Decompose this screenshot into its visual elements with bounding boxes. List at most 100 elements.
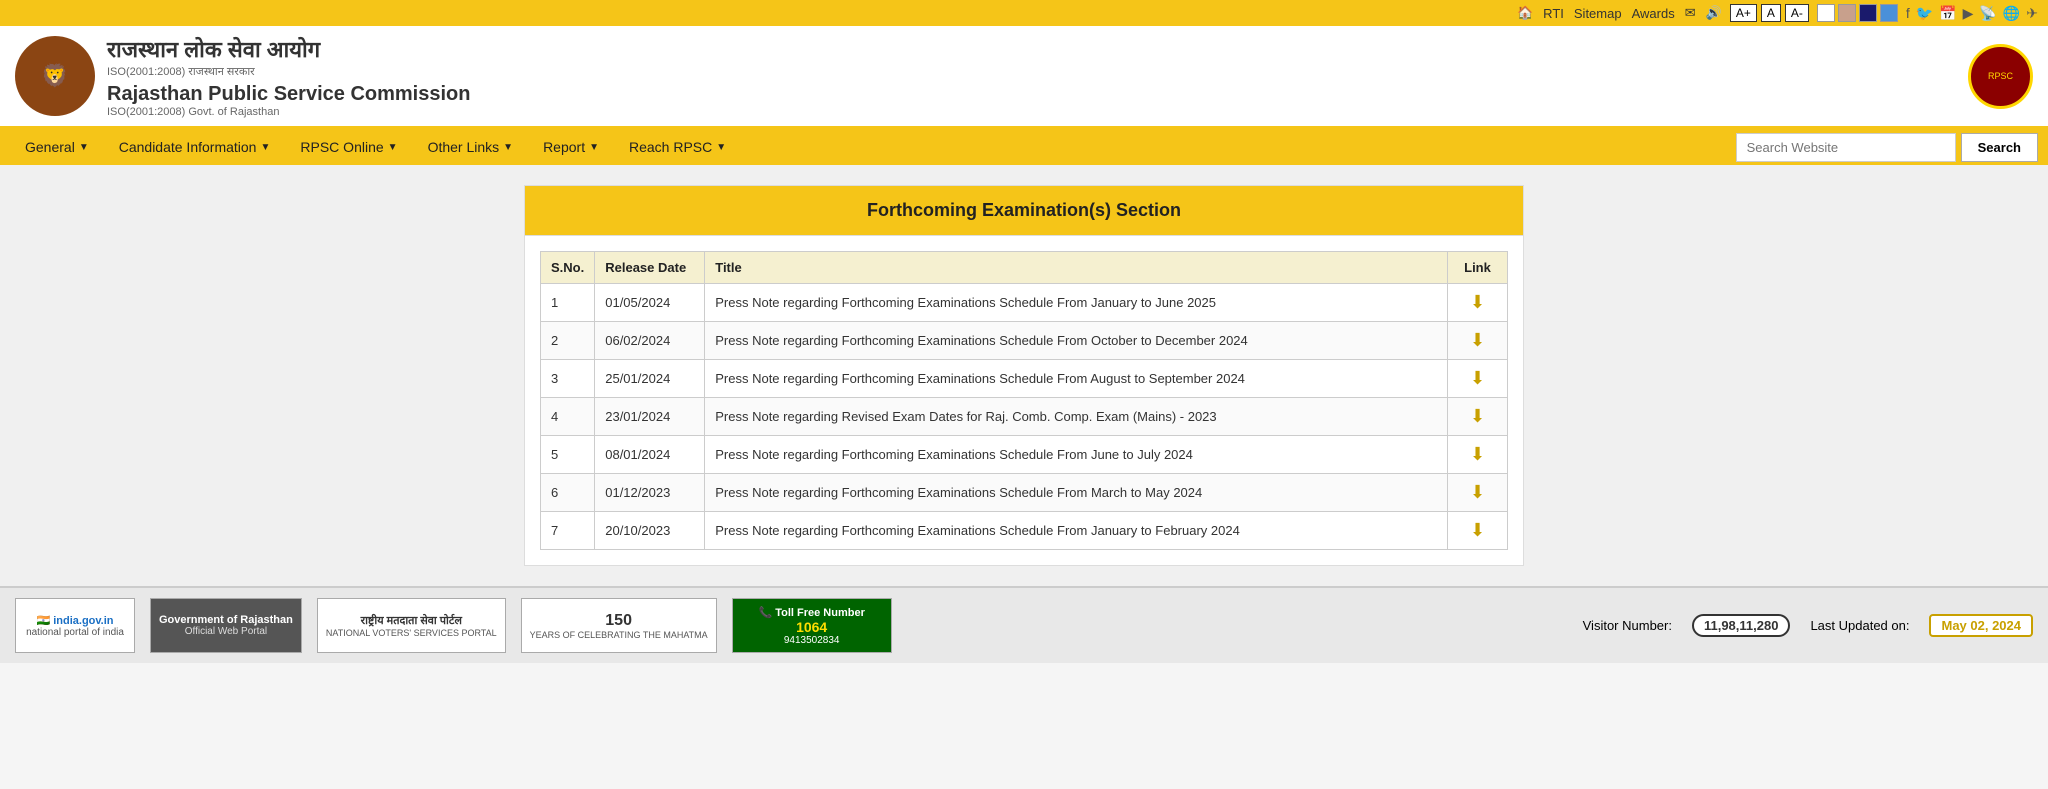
twitter-icon[interactable]: 🐦 (1916, 5, 1933, 22)
cell-date: 23/01/2024 (595, 398, 705, 436)
footer: 🇮🇳 india.gov.in national portal of india… (0, 586, 2048, 663)
examination-table: S.No. Release Date Title Link 101/05/202… (540, 251, 1508, 550)
col-sno: S.No. (541, 252, 595, 284)
chevron-down-icon: ▼ (79, 142, 89, 153)
navigation-icon[interactable]: ✈ (2026, 5, 2038, 22)
search-button[interactable]: Search (1961, 133, 2038, 162)
cell-date: 01/12/2023 (595, 474, 705, 512)
nav-general[interactable]: General ▼ (10, 129, 104, 165)
govt-raj-sub: Official Web Portal (185, 626, 267, 637)
mahatma-logo[interactable]: 150 YEARS OF CELEBRATING THE MAHATMA (521, 598, 717, 653)
header: 🦁 राजस्थान लोक सेवा आयोग ISO(2001:2008) … (0, 26, 2048, 129)
rss-icon[interactable]: 📡 (1979, 5, 1996, 22)
font-increase-button[interactable]: A+ (1730, 4, 1757, 22)
download-icon[interactable]: ⬇ (1470, 368, 1485, 388)
nav-search: Search (1736, 133, 2038, 162)
download-icon[interactable]: ⬇ (1470, 520, 1485, 540)
visitor-label: Visitor Number: (1583, 618, 1672, 633)
email-icon[interactable]: ✉ (1685, 5, 1696, 21)
download-icon[interactable]: ⬇ (1470, 292, 1485, 312)
cell-title: Press Note regarding Forthcoming Examina… (705, 322, 1448, 360)
cell-download[interactable]: ⬇ (1448, 322, 1508, 360)
govt-raj-title: Government of Rajasthan (159, 614, 293, 626)
cell-title: Press Note regarding Forthcoming Examina… (705, 436, 1448, 474)
download-icon[interactable]: ⬇ (1470, 406, 1485, 426)
cell-date: 01/05/2024 (595, 284, 705, 322)
nav-reach-rpsc[interactable]: Reach RPSC ▼ (614, 129, 741, 165)
sitemap-link[interactable]: Sitemap (1574, 6, 1622, 21)
cell-download[interactable]: ⬇ (1448, 398, 1508, 436)
rajasthan-emblem: RPSC (1968, 44, 2033, 109)
cell-download[interactable]: ⬇ (1448, 512, 1508, 550)
rti-link[interactable]: RTI (1543, 6, 1564, 21)
govt-rajasthan-logo[interactable]: Government of Rajasthan Official Web Por… (150, 598, 302, 653)
cell-title: Press Note regarding Forthcoming Examina… (705, 284, 1448, 322)
cell-title: Press Note regarding Forthcoming Examina… (705, 360, 1448, 398)
chevron-down-icon: ▼ (716, 142, 726, 153)
nav-candidate-information[interactable]: Candidate Information ▼ (104, 129, 286, 165)
nav-bar: General ▼ Candidate Information ▼ RPSC O… (0, 129, 2048, 165)
globe-icon[interactable]: 🌐 (2003, 5, 2020, 22)
updated-date: May 02, 2024 (1929, 614, 2033, 637)
anti-corruption-logo[interactable]: 📞 Toll Free Number 1064 9413502834 (732, 598, 892, 653)
section-box: Forthcoming Examination(s) Section S.No.… (524, 185, 1524, 566)
awards-link[interactable]: Awards (1632, 6, 1675, 21)
cell-date: 20/10/2023 (595, 512, 705, 550)
english-title: Rajasthan Public Service Commission (107, 83, 1968, 106)
font-normal-button[interactable]: A (1761, 4, 1781, 22)
cell-date: 08/01/2024 (595, 436, 705, 474)
main-content: Forthcoming Examination(s) Section S.No.… (0, 165, 2048, 586)
color-theme-boxes (1817, 4, 1898, 22)
home-icon[interactable]: 🏠 (1517, 5, 1533, 21)
years-text: YEARS OF CELEBRATING THE MAHATMA (530, 630, 708, 640)
years-number: 150 (605, 612, 632, 630)
color-tan[interactable] (1838, 4, 1856, 22)
cell-download[interactable]: ⬇ (1448, 360, 1508, 398)
download-icon[interactable]: ⬇ (1470, 482, 1485, 502)
top-bar: 🏠 RTI Sitemap Awards ✉ 🔊 A+ A A- f 🐦 📅 ▶… (0, 0, 2048, 26)
chevron-down-icon: ▼ (503, 142, 513, 153)
color-blue[interactable] (1880, 4, 1898, 22)
speaker-icon[interactable]: 🔊 (1706, 5, 1722, 21)
search-input[interactable] (1736, 133, 1956, 162)
iso-line1: ISO(2001:2008) राजस्थान सरकार (107, 64, 1968, 79)
footer-right: Visitor Number: 11,98,11,280 Last Update… (1583, 614, 2033, 637)
cell-download[interactable]: ⬇ (1448, 474, 1508, 512)
color-navy[interactable] (1859, 4, 1877, 22)
cell-date: 06/02/2024 (595, 322, 705, 360)
chevron-down-icon: ▼ (388, 142, 398, 153)
cell-sno: 6 (541, 474, 595, 512)
nav-report[interactable]: Report ▼ (528, 129, 614, 165)
cell-sno: 5 (541, 436, 595, 474)
cell-sno: 4 (541, 398, 595, 436)
font-decrease-button[interactable]: A- (1785, 4, 1809, 22)
cell-title: Press Note regarding Revised Exam Dates … (705, 398, 1448, 436)
download-icon[interactable]: ⬇ (1470, 330, 1485, 350)
india-gov-icon: 🇮🇳 india.gov.in (36, 614, 113, 627)
table-row: 508/01/2024Press Note regarding Forthcom… (541, 436, 1508, 474)
cell-download[interactable]: ⬇ (1448, 284, 1508, 322)
india-gov-sub: national portal of india (26, 627, 124, 638)
col-title: Title (705, 252, 1448, 284)
emblem-logo: 🦁 (15, 36, 95, 116)
color-white[interactable] (1817, 4, 1835, 22)
youtube-icon[interactable]: ▶ (1963, 5, 1974, 22)
cell-sno: 1 (541, 284, 595, 322)
toll-free-number: 1064 (796, 619, 827, 635)
table-row: 423/01/2024Press Note regarding Revised … (541, 398, 1508, 436)
table-row: 206/02/2024Press Note regarding Forthcom… (541, 322, 1508, 360)
voters-portal-logo[interactable]: राष्ट्रीय मतदाता सेवा पोर्टल NATIONAL VO… (317, 598, 506, 653)
india-gov-logo[interactable]: 🇮🇳 india.gov.in national portal of india (15, 598, 135, 653)
section-title: Forthcoming Examination(s) Section (525, 186, 1523, 236)
cell-download[interactable]: ⬇ (1448, 436, 1508, 474)
nav-other-links[interactable]: Other Links ▼ (413, 129, 529, 165)
cell-sno: 2 (541, 322, 595, 360)
calendar-icon[interactable]: 📅 (1939, 5, 1956, 22)
nav-rpsc-online[interactable]: RPSC Online ▼ (285, 129, 412, 165)
cell-sno: 3 (541, 360, 595, 398)
download-icon[interactable]: ⬇ (1470, 444, 1485, 464)
facebook-icon[interactable]: f (1906, 5, 1910, 21)
toll-free-title: 📞 Toll Free Number (758, 606, 864, 619)
chevron-down-icon: ▼ (260, 142, 270, 153)
col-link: Link (1448, 252, 1508, 284)
